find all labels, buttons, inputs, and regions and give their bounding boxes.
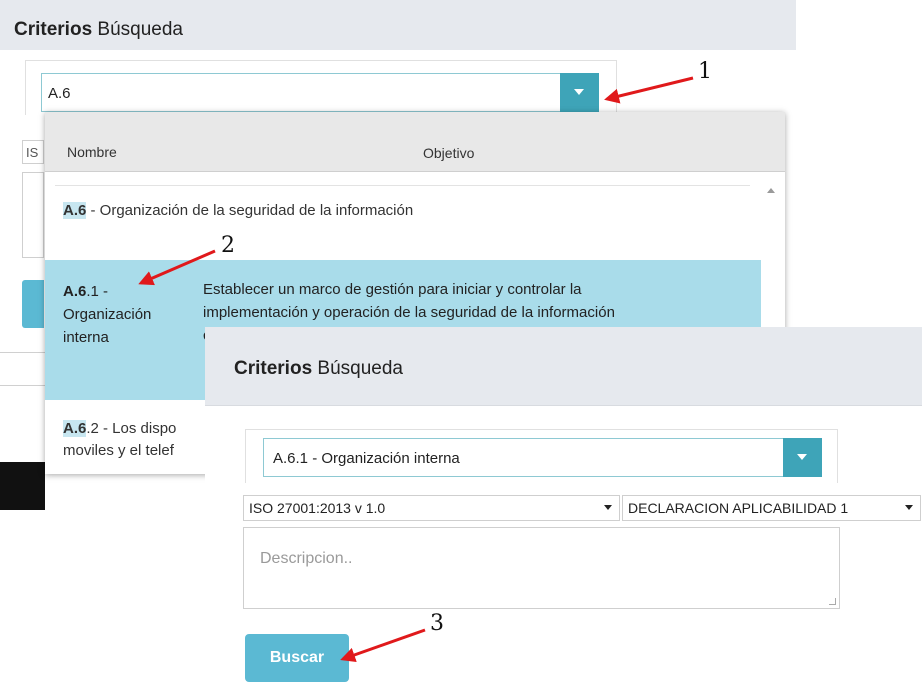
arrow-to-dropdown-button [604,76,694,104]
arrow-to-list-item [138,249,216,286]
annotation-arrows [138,76,694,663]
arrow-to-search-button [340,628,426,663]
